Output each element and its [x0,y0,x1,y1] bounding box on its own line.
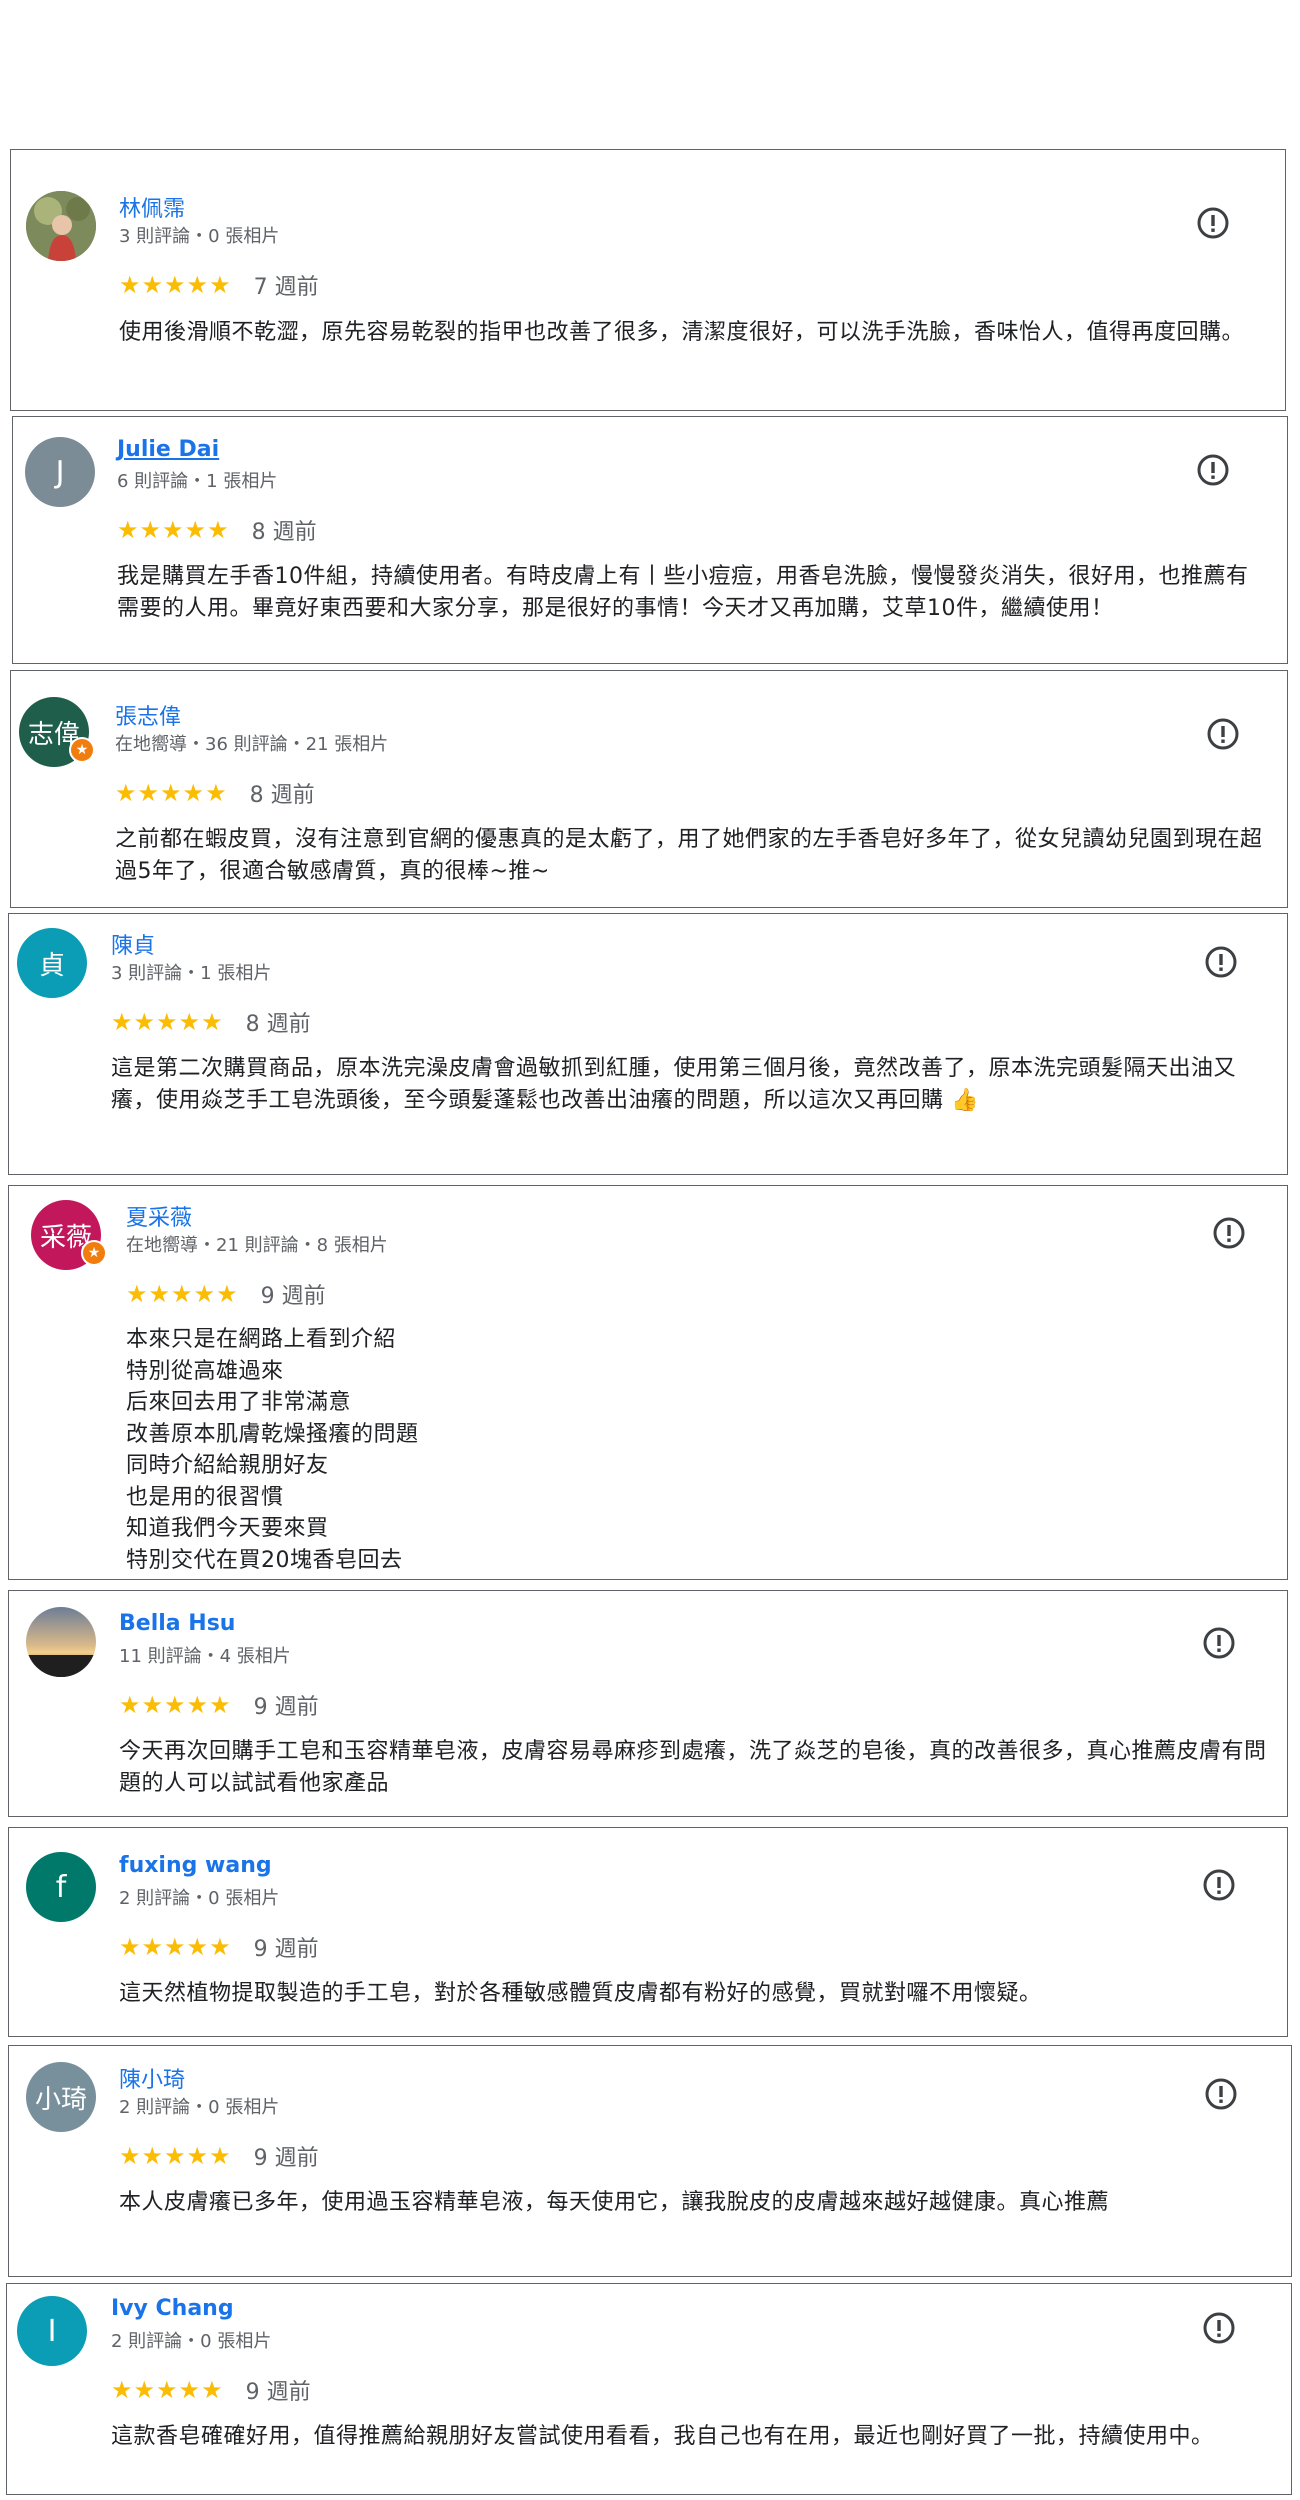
review-time: 9 週前 [253,1695,319,1720]
reviewer-meta: 11 則評論・4 張相片 [119,1646,291,1667]
reviewer-name[interactable]: 夏采薇 [126,1200,192,1232]
reviewer-meta: 2 則評論・0 張相片 [119,2097,280,2118]
reviewer-name[interactable]: Julie Dai [117,437,219,462]
avatar[interactable] [26,1607,96,1677]
report-icon[interactable] [1202,2311,1236,2345]
review-time: 9 週前 [253,1937,319,1962]
avatar[interactable]: 貞 [17,928,87,998]
review-line: 特別從高雄過來 [126,1358,284,1384]
reviewer-name[interactable]: 陳貞 [111,928,155,960]
rating-row: ★★★★★ 9 週前 [111,2375,311,2405]
reviewer-meta: 2 則評論・0 張相片 [119,1888,280,1909]
star-rating: ★★★★★ [111,1008,224,1036]
reviewer-meta: 3 則評論・1 張相片 [111,963,272,984]
review-text: 這是第二次購買商品，原本洗完澡皮膚會過敏抓到紅腫，使用第三個月後，竟然改善了，原… [111,1056,1237,1113]
review-line: 特別交代在買20塊香皂回去 [126,1547,403,1573]
review-time: 8 週前 [251,520,317,545]
review-card: I Ivy Chang 2 則評論・0 張相片 ★★★★★ 9 週前 這款香皂確… [6,2283,1292,2495]
rating-row: ★★★★★ 7 週前 [119,270,319,300]
rating-row: ★★★★★ 9 週前 [119,2141,319,2171]
reviewer-name[interactable]: Ivy Chang [111,2296,234,2321]
reviewer-name[interactable]: 張志偉 [115,699,181,731]
star-rating: ★★★★★ [126,1280,239,1308]
review-card: J Julie Dai 6 則評論・1 張相片 ★★★★★ 8 週前 我是購買左… [12,416,1288,664]
local-guide-badge-icon: ★ [81,1240,107,1266]
reviewer-name[interactable]: 陳小琦 [119,2062,185,2094]
review-card: 志偉 ★ 張志偉 在地嚮導・36 則評論・21 張相片 ★★★★★ 8 週前 之… [10,670,1288,908]
reviewer-meta: 在地嚮導・21 則評論・8 張相片 [126,1235,388,1256]
reviewer-meta: 2 則評論・0 張相片 [111,2331,272,2352]
star-rating: ★★★★★ [119,1691,232,1719]
report-icon[interactable] [1202,1626,1236,1660]
local-guide-badge-icon: ★ [69,737,95,763]
reviewer-meta: 6 則評論・1 張相片 [117,471,278,492]
star-rating: ★★★★★ [111,2376,224,2404]
avatar[interactable]: J [25,437,95,507]
rating-row: ★★★★★ 8 週前 [115,778,315,808]
review-card: 林佩霈 3 則評論・0 張相片 ★★★★★ 7 週前 使用後滑順不乾澀，原先容易… [10,149,1286,411]
review-card: 小琦 陳小琦 2 則評論・0 張相片 ★★★★★ 9 週前 本人皮膚癢已多年，使… [8,2045,1292,2277]
star-rating: ★★★★★ [119,1933,232,1961]
rating-row: ★★★★★ 9 週前 [126,1279,326,1309]
review-card: 貞 陳貞 3 則評論・1 張相片 ★★★★★ 8 週前 這是第二次購買商品，原本… [8,913,1288,1175]
review-time: 8 週前 [249,783,315,808]
review-time: 8 週前 [245,1012,311,1037]
review-time: 9 週前 [253,2146,319,2171]
review-text: 本人皮膚癢已多年，使用過玉容精華皂液，每天使用它，讓我脫皮的皮膚越來越好越健康。… [119,2190,1110,2215]
review-line: 也是用的很習慣 [126,1484,284,1510]
star-rating: ★★★★★ [117,516,230,544]
star-rating: ★★★★★ [119,271,232,299]
review-text: 這款香皂確確好用，值得推薦給親朋好友嘗試使用看看，我自己也有在用，最近也剛好買了… [111,2424,1214,2449]
report-icon[interactable] [1212,1216,1246,1250]
rating-row: ★★★★★ 8 週前 [117,515,317,545]
avatar[interactable]: I [17,2296,87,2366]
review-time: 9 週前 [260,1284,326,1309]
avatar[interactable]: f [26,1852,96,1922]
review-card: 采薇 ★ 夏采薇 在地嚮導・21 則評論・8 張相片 ★★★★★ 9 週前 本來… [8,1185,1288,1580]
star-rating: ★★★★★ [115,779,228,807]
review-line: 知道我們今天要來買 [126,1516,329,1541]
report-icon[interactable] [1204,945,1238,979]
reviewer-name[interactable]: 林佩霈 [119,191,185,223]
review-text: 使用後滑順不乾澀，原先容易乾裂的指甲也改善了很多，清潔度很好，可以洗手洗臉，香味… [119,320,1245,345]
review-text: 今天再次回購手工皂和玉容精華皂液，皮膚容易尋麻疹到處癢，洗了焱芝的皂後，真的改善… [119,1739,1267,1796]
rating-row: ★★★★★ 9 週前 [119,1932,319,1962]
rating-row: ★★★★★ 8 週前 [111,1007,311,1037]
reviewer-meta: 在地嚮導・36 則評論・21 張相片 [115,734,389,755]
sunset-photo-icon [26,1607,96,1677]
person-photo-icon [26,191,96,261]
review-card: Bella Hsu 11 則評論・4 張相片 ★★★★★ 9 週前 今天再次回購… [8,1590,1288,1817]
review-text: 本來只是在網路上看到介紹 特別從高雄過來 后來回去用了非常滿意 改善原本肌膚乾燥… [126,1324,1226,1576]
review-text: 之前都在蝦皮買，沒有注意到官網的優惠真的是太虧了，用了她們家的左手香皂好多年了，… [115,827,1263,884]
review-text: 我是購買左手香10件組，持續使用者。有時皮膚上有丨些小痘痘，用香皂洗臉，慢慢發炎… [117,564,1249,621]
review-text: 這天然植物提取製造的手工皂，對於各種敏感體質皮膚都有粉好的感覺，買就對囉不用懷疑… [119,1981,1042,2006]
star-rating: ★★★★★ [119,2142,232,2170]
avatar[interactable]: 小琦 [26,2062,96,2132]
avatar-initials: 小琦 [34,2084,87,2115]
reviewer-meta: 3 則評論・0 張相片 [119,226,280,247]
review-card: f fuxing wang 2 則評論・0 張相片 ★★★★★ 9 週前 這天然… [8,1827,1288,2037]
report-icon[interactable] [1196,206,1230,240]
review-line: 本來只是在網路上看到介紹 [126,1327,397,1352]
rating-row: ★★★★★ 9 週前 [119,1690,319,1720]
reviewer-name[interactable]: Bella Hsu [119,1611,235,1636]
reviewer-name[interactable]: fuxing wang [119,1853,272,1878]
report-icon[interactable] [1202,1868,1236,1902]
review-line: 同時介紹給親朋好友 [126,1453,329,1478]
report-icon[interactable] [1196,453,1230,487]
review-time: 9 週前 [245,2380,311,2405]
review-time: 7 週前 [253,275,319,300]
report-icon[interactable] [1204,2077,1238,2111]
review-line: 改善原本肌膚乾燥搔癢的問題 [126,1421,419,1447]
avatar[interactable] [26,191,96,261]
report-icon[interactable] [1206,717,1240,751]
review-line: 后來回去用了非常滿意 [126,1390,352,1415]
